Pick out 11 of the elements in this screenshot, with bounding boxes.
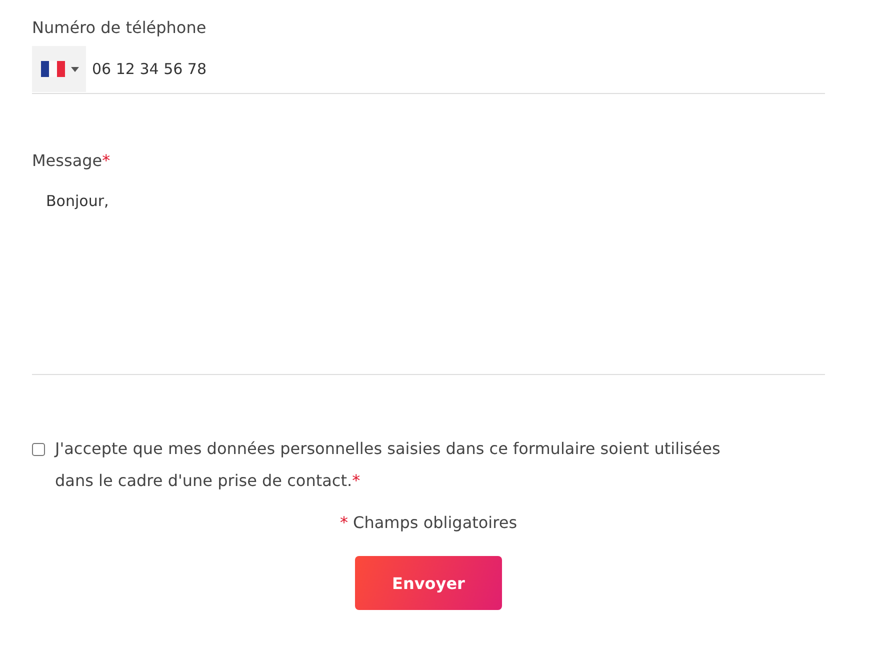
country-selector[interactable]	[32, 46, 86, 92]
consent-checkbox[interactable]	[32, 443, 45, 456]
caret-icon	[71, 66, 79, 72]
required-note: * Champs obligatoires	[340, 513, 518, 532]
submit-button[interactable]: Envoyer	[355, 556, 502, 610]
consent-text: J'accepte que mes données personnelles saisies dans ce formulaire soient utilisées dans le cadre d'une prise de contact.*	[55, 438, 722, 492]
phone-value: 06 12 34 56 78	[92, 60, 207, 78]
phone-field[interactable]: 06 12 34 56 78	[32, 45, 825, 94]
flag-icon	[41, 61, 65, 77]
field-label: Numéro de téléphone	[32, 18, 208, 37]
field-label: Message*	[32, 151, 112, 170]
